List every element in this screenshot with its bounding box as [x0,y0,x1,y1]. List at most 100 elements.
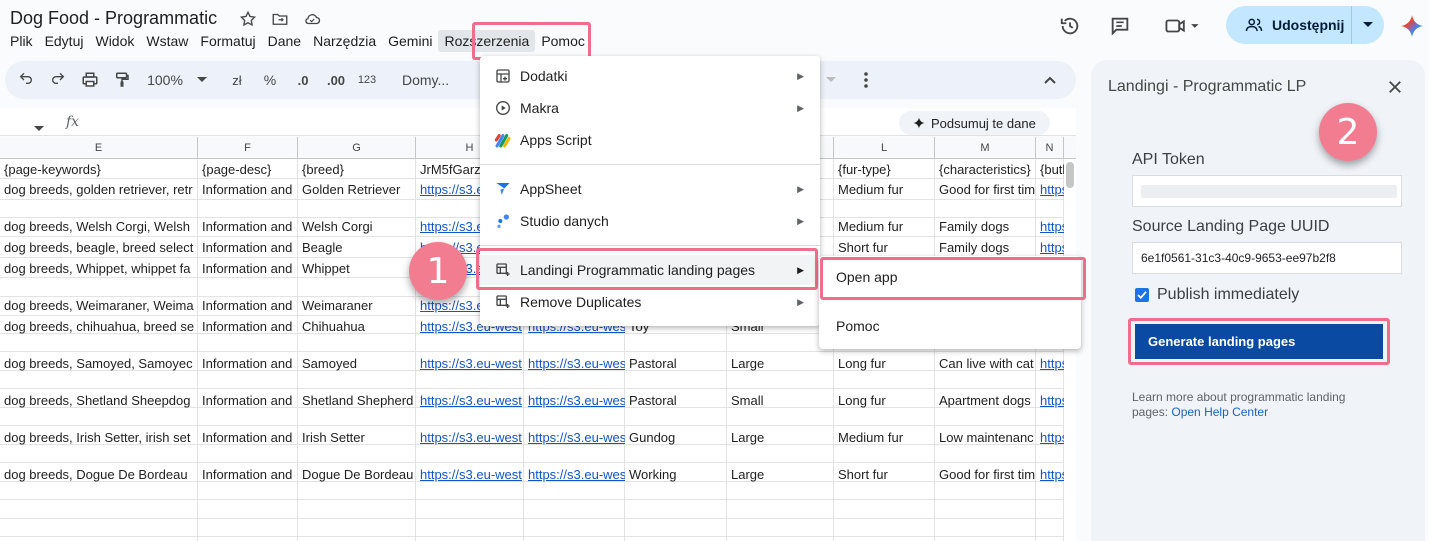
table-cell[interactable]: Information and [198,429,298,447]
document-title[interactable]: Dog Food - Programmatic [10,8,217,29]
version-history-icon[interactable] [1057,13,1083,39]
more-options-icon[interactable] [858,61,874,99]
table-cell[interactable]: Golden Retriever [298,181,416,199]
table-cell[interactable]: Large [727,466,834,484]
table-cell[interactable]: dog breeds, Whippet, whippet fa [0,260,198,278]
uuid-input[interactable]: 6e1f0561-31c3-40c9-9653-ee97b2f8 [1132,242,1402,274]
table-cell[interactable]: Information and [198,392,298,410]
table-cell[interactable]: https://s3.eu-wes [524,392,625,410]
menu-plik[interactable]: Plik [4,30,39,52]
table-cell[interactable]: Short fur [834,239,935,257]
table-cell[interactable]: Information and [198,297,298,315]
table-cell[interactable]: https [1036,466,1064,484]
table-cell[interactable]: Family dogs [935,239,1036,257]
summarize-data-chip[interactable]: Podsumuj te dane [899,111,1050,135]
table-cell[interactable]: Shetland Shepherd [298,392,416,410]
table-cell[interactable]: Long fur [834,392,935,410]
menu-dane[interactable]: Dane [262,30,307,52]
table-cell[interactable]: https [1036,218,1064,236]
table-cell[interactable]: https://s3.eu-west [416,429,524,447]
menu-item-appsheet[interactable]: AppSheet ▶ [480,174,820,204]
table-cell[interactable]: Gundog [625,429,727,447]
table-cell[interactable]: dog breeds, Irish Setter, irish set [0,429,198,447]
name-box-dropdown-icon[interactable] [34,119,44,137]
table-cell[interactable]: Small [727,392,834,410]
share-dropdown-icon[interactable] [1352,22,1384,28]
number-format-button[interactable]: 123 [356,61,378,99]
menu-formatuj[interactable]: Formatuj [194,30,261,52]
table-cell[interactable]: Long fur [834,355,935,373]
table-cell[interactable]: Dogue De Bordeau [298,466,416,484]
table-cell[interactable]: Good for first tim [935,181,1036,199]
table-cell[interactable]: {page-keywords} [0,161,198,179]
help-center-link[interactable]: Open Help Center [1171,405,1268,419]
api-token-input[interactable] [1132,175,1402,207]
column-header-g[interactable]: G [298,137,416,159]
table-cell[interactable]: Information and [198,318,298,336]
table-cell[interactable]: Good for first tim [935,466,1036,484]
table-cell[interactable]: Information and [198,260,298,278]
table-cell[interactable]: dog breeds, Shetland Sheepdog [0,392,198,410]
print-icon[interactable] [80,61,100,99]
vertical-scrollbar[interactable] [1066,162,1074,188]
table-cell[interactable]: dog breeds, Welsh Corgi, Welsh [0,218,198,236]
share-button[interactable]: Udostępnij [1226,6,1384,44]
percent-format-button[interactable]: % [261,61,279,99]
table-cell[interactable]: https [1036,181,1064,199]
table-cell[interactable]: https [1036,239,1064,257]
menu-gemini[interactable]: Gemini [382,30,438,52]
table-cell[interactable]: Information and [198,239,298,257]
undo-icon[interactable] [16,61,36,99]
menu-widok[interactable]: Widok [89,30,140,52]
table-cell[interactable]: dog breeds, Dogue De Bordeau [0,466,198,484]
table-cell[interactable]: Large [727,355,834,373]
table-cell[interactable]: Pastoral [625,392,727,410]
table-cell[interactable]: {fur-type} [834,161,935,179]
zoom-select[interactable]: 100% [146,61,208,99]
currency-format-button[interactable]: zł [228,61,246,99]
column-header-e[interactable]: E [0,137,198,159]
table-cell[interactable]: dog breeds, golden retriever, retr [0,181,198,199]
table-cell[interactable]: Chihuahua [298,318,416,336]
comments-icon[interactable] [1107,13,1133,39]
table-cell[interactable]: Beagle [298,239,416,257]
table-cell[interactable]: Information and [198,181,298,199]
column-header-n[interactable]: N [1036,137,1064,159]
publish-checkbox[interactable] [1135,288,1149,302]
table-cell[interactable]: dog breeds, chihuahua, breed se [0,318,198,336]
table-cell[interactable]: dog breeds, Samoyed, Samoyec [0,355,198,373]
filter-dropdown-icon[interactable] [818,61,844,99]
table-cell[interactable]: https://s3.eu-wes [524,466,625,484]
table-cell[interactable]: https://s3.eu-wes [524,355,625,373]
table-cell[interactable]: Short fur [834,466,935,484]
table-cell[interactable]: {characteristics} [935,161,1036,179]
paint-format-icon[interactable] [112,61,132,99]
table-cell[interactable]: Can live with cat [935,355,1036,373]
menu-item-studio-danych[interactable]: Studio danych ▶ [480,206,820,236]
table-cell[interactable]: Medium fur [834,218,935,236]
cloud-status-icon[interactable] [302,9,322,29]
menu-item-apps-script[interactable]: Apps Script [480,125,820,155]
table-cell[interactable]: https [1036,429,1064,447]
table-cell[interactable]: Welsh Corgi [298,218,416,236]
table-cell[interactable]: dog breeds, beagle, breed select [0,239,198,257]
table-cell[interactable]: Pastoral [625,355,727,373]
table-cell[interactable]: {breed} [298,161,416,179]
table-cell[interactable]: Medium fur [834,181,935,199]
table-cell[interactable]: Large [727,429,834,447]
table-cell[interactable]: Whippet [298,260,416,278]
font-select[interactable]: Domy... [402,61,478,99]
table-cell[interactable]: https [1036,355,1064,373]
table-cell[interactable]: Working [625,466,727,484]
decrease-decimals-button[interactable]: .0 [292,61,314,99]
increase-decimals-button[interactable]: .00 [323,61,349,99]
column-header-f[interactable]: F [198,137,298,159]
menu-item-dodatki[interactable]: Dodatki ▶ [480,61,820,91]
table-cell[interactable]: Low maintenanc [935,429,1036,447]
table-cell[interactable]: https://s3.eu-west [416,392,524,410]
column-header-l[interactable]: L [834,137,935,159]
submenu-item-pomoc[interactable]: Pomoc [819,311,1081,341]
table-cell[interactable]: https [1036,392,1064,410]
table-cell[interactable]: Information and [198,466,298,484]
gemini-icon[interactable] [1398,13,1426,39]
